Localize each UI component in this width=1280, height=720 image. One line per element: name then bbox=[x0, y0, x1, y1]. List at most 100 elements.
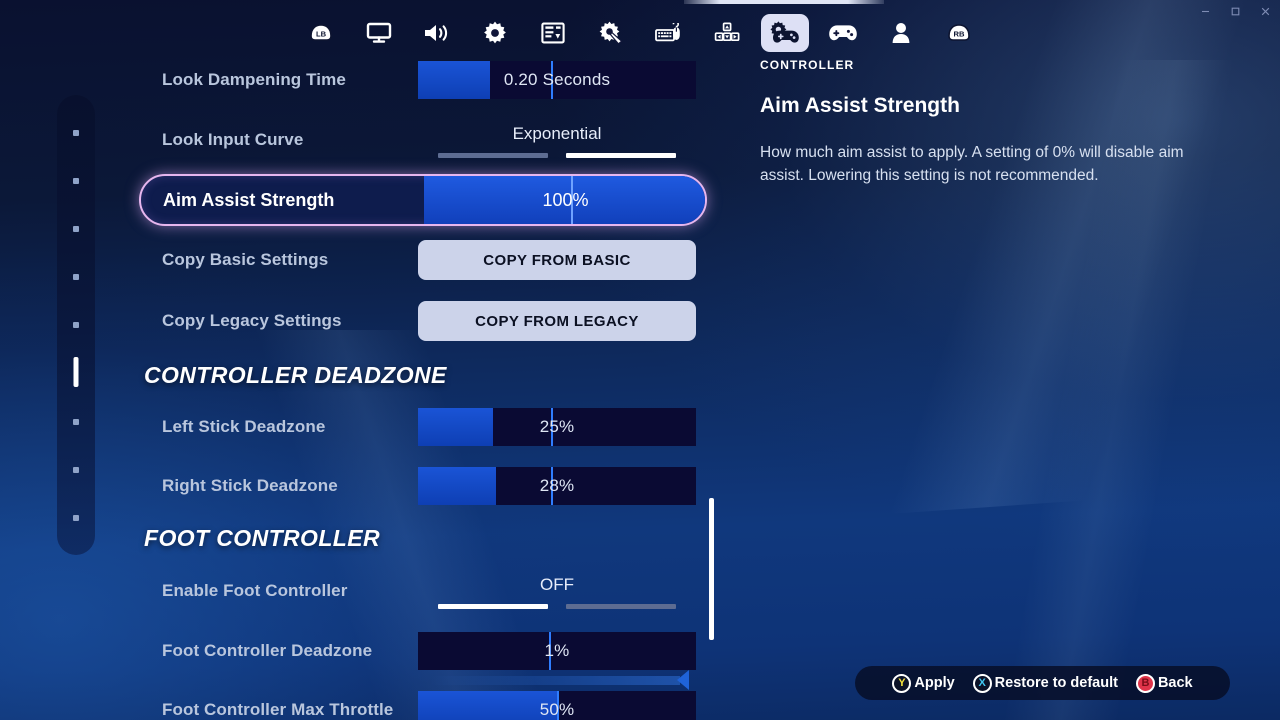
tab-lb-bumper[interactable]: LB bbox=[297, 14, 345, 52]
setting-label: Copy Legacy Settings bbox=[162, 311, 342, 330]
section-heading-foot-controller: FOOT CONTROLLER bbox=[144, 525, 380, 551]
action-apply[interactable]: Y Apply bbox=[892, 673, 955, 693]
tab-keybinds[interactable] bbox=[703, 14, 751, 52]
detail-category: CONTROLLER bbox=[760, 58, 855, 72]
b-button-icon: B bbox=[1135, 673, 1155, 693]
action-label: Back bbox=[1157, 675, 1193, 691]
tab-keyboard-mouse[interactable] bbox=[645, 14, 693, 52]
copy-from-legacy-button[interactable]: COPY FROM LEGACY bbox=[418, 301, 696, 341]
detail-title: Aim Assist Strength bbox=[760, 94, 960, 117]
section-nav-dot[interactable] bbox=[73, 274, 79, 280]
setting-row-foot-controller-max-throttle[interactable]: Foot Controller Max Throttle 50% bbox=[140, 687, 712, 720]
settings-scrollbar-thumb[interactable] bbox=[709, 498, 714, 640]
section-heading-controller-deadzone: CONTROLLER DEADZONE bbox=[144, 362, 447, 388]
option-segment[interactable] bbox=[438, 153, 548, 158]
y-button-icon: Y bbox=[892, 673, 912, 693]
minimize-icon[interactable] bbox=[1190, 0, 1220, 22]
option-value: Exponential bbox=[512, 124, 602, 143]
section-nav-dot[interactable] bbox=[73, 178, 79, 184]
copy-from-basic-button[interactable]: COPY FROM BASIC bbox=[418, 240, 696, 280]
setting-label: Right Stick Deadzone bbox=[162, 476, 338, 495]
section-nav-dot[interactable] bbox=[73, 130, 79, 136]
tab-audio[interactable] bbox=[413, 14, 461, 52]
slider-value: 1% bbox=[544, 641, 570, 660]
setting-row-look-dampening-time[interactable]: Look Dampening Time 0.20 Seconds bbox=[140, 57, 712, 103]
tab-account[interactable] bbox=[877, 14, 925, 52]
slider-foot-controller-deadzone[interactable]: 1% bbox=[418, 632, 696, 670]
slider-value: 25% bbox=[539, 417, 575, 436]
setting-row-enable-foot-controller[interactable]: Enable Foot Controller OFF bbox=[140, 568, 712, 614]
slider-value: 28% bbox=[539, 476, 575, 495]
active-tab-top-indicator bbox=[684, 0, 884, 4]
settings-list: Look Dampening Time 0.20 Seconds Look In… bbox=[0, 52, 720, 720]
svg-text:LB: LB bbox=[316, 29, 327, 38]
window-controls bbox=[1160, 0, 1280, 22]
section-nav-dot[interactable] bbox=[73, 226, 79, 232]
tab-hud[interactable] bbox=[529, 14, 577, 52]
setting-control[interactable]: 0.20 Seconds bbox=[418, 61, 696, 99]
section-nav-dot[interactable] bbox=[73, 322, 79, 328]
slider-left-stick-deadzone[interactable]: 25% bbox=[418, 408, 696, 446]
section-nav-dot[interactable] bbox=[73, 419, 79, 425]
setting-row-foot-controller-deadzone[interactable]: Foot Controller Deadzone 1% bbox=[140, 628, 712, 674]
setting-row-aim-assist-strength-selected[interactable]: Aim Assist Strength 100% bbox=[139, 174, 707, 226]
x-button-icon: X bbox=[972, 673, 992, 693]
option-segments bbox=[438, 153, 676, 159]
slider-value: 100% bbox=[542, 189, 589, 210]
option-enable-foot-controller[interactable]: OFF bbox=[418, 572, 696, 610]
setting-row-right-stick-deadzone[interactable]: Right Stick Deadzone 28% bbox=[140, 463, 712, 509]
setting-label: Foot Controller Max Throttle bbox=[162, 700, 394, 719]
setting-label: Left Stick Deadzone bbox=[162, 417, 326, 436]
slider-value: 0.20 Seconds bbox=[503, 70, 611, 89]
section-nav-rail[interactable] bbox=[57, 95, 95, 555]
slider-value: 50% bbox=[539, 700, 575, 719]
section-nav-dot[interactable] bbox=[73, 467, 79, 473]
maximize-icon[interactable] bbox=[1220, 0, 1250, 22]
tab-game[interactable] bbox=[471, 14, 519, 52]
setting-label: Foot Controller Deadzone bbox=[162, 641, 373, 660]
option-segment[interactable] bbox=[566, 153, 676, 158]
option-value: OFF bbox=[540, 575, 574, 594]
tab-rb-bumper[interactable]: RB bbox=[935, 14, 983, 52]
slider-foot-controller-max-throttle[interactable]: 50% bbox=[418, 691, 696, 720]
setting-control[interactable]: COPY FROM BASIC bbox=[418, 240, 696, 280]
section-nav-current-indicator bbox=[73, 357, 79, 387]
action-label: Restore to default bbox=[994, 675, 1118, 691]
tab-controller-options[interactable] bbox=[761, 14, 809, 52]
setting-control[interactable]: OFF bbox=[418, 572, 696, 610]
row-edge-marker-icon bbox=[677, 670, 689, 690]
option-segment[interactable] bbox=[566, 604, 676, 609]
tab-accessibility[interactable] bbox=[587, 14, 635, 52]
tab-controller-binds[interactable] bbox=[819, 14, 867, 52]
setting-control[interactable]: 1% bbox=[418, 632, 696, 670]
setting-label: Enable Foot Controller bbox=[162, 581, 348, 600]
settings-tab-bar: LB RB bbox=[0, 10, 1280, 56]
slider-right-stick-deadzone[interactable]: 28% bbox=[418, 467, 696, 505]
slider-look-dampening-time[interactable]: 0.20 Seconds bbox=[418, 61, 696, 99]
detail-description: How much aim assist to apply. A setting … bbox=[760, 144, 1184, 185]
action-label: Apply bbox=[914, 675, 955, 691]
action-restore-to-default[interactable]: X Restore to default bbox=[972, 673, 1118, 693]
setting-label: Copy Basic Settings bbox=[162, 250, 329, 269]
setting-row-left-stick-deadzone[interactable]: Left Stick Deadzone 25% bbox=[140, 404, 712, 450]
setting-control[interactable]: 28% bbox=[418, 467, 696, 505]
close-icon[interactable] bbox=[1250, 0, 1280, 22]
setting-row-copy-legacy-settings[interactable]: Copy Legacy Settings COPY FROM LEGACY bbox=[140, 298, 712, 344]
option-segment[interactable] bbox=[438, 604, 548, 609]
setting-row-copy-basic-settings[interactable]: Copy Basic Settings COPY FROM BASIC bbox=[140, 237, 712, 283]
svg-text:RB: RB bbox=[954, 29, 965, 38]
setting-control[interactable]: COPY FROM LEGACY bbox=[418, 301, 696, 341]
setting-control[interactable]: 25% bbox=[418, 408, 696, 446]
setting-row-look-input-curve[interactable]: Look Input Curve Exponential bbox=[140, 117, 712, 163]
setting-control[interactable]: Exponential bbox=[418, 121, 696, 159]
action-back[interactable]: B Back bbox=[1135, 673, 1193, 693]
option-segments bbox=[438, 604, 676, 610]
setting-detail-panel: CONTROLLER Aim Assist Strength How much … bbox=[760, 58, 1230, 188]
section-nav-dot[interactable] bbox=[73, 515, 79, 521]
tab-video[interactable] bbox=[355, 14, 403, 52]
setting-control[interactable]: 50% bbox=[418, 691, 696, 720]
setting-label: Look Input Curve bbox=[162, 130, 304, 149]
setting-label: Aim Assist Strength bbox=[163, 189, 335, 210]
setting-label: Look Dampening Time bbox=[162, 70, 346, 89]
option-look-input-curve[interactable]: Exponential bbox=[418, 121, 696, 159]
